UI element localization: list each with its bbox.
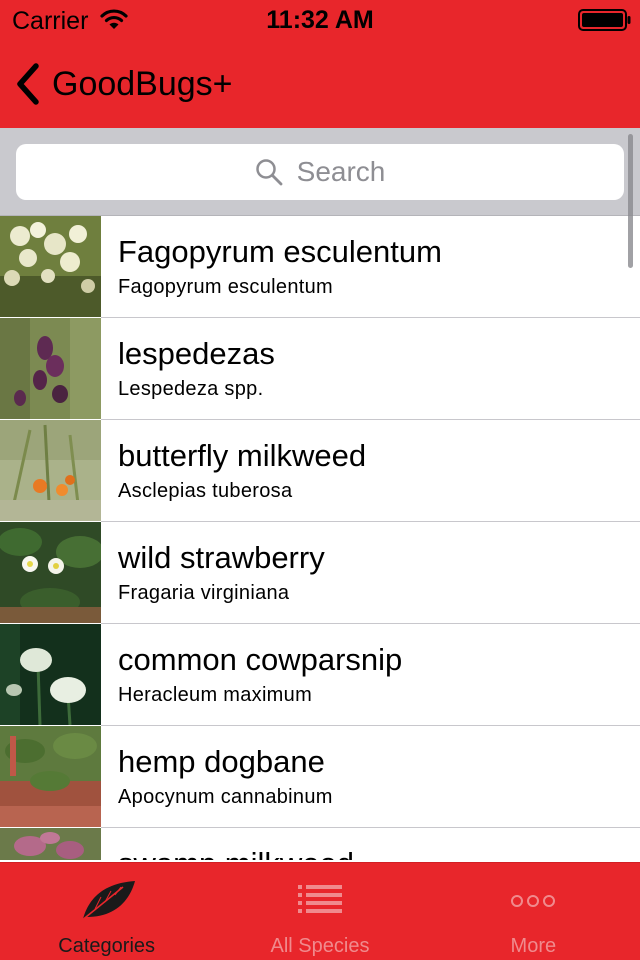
tab-all-species[interactable]: All Species	[213, 863, 426, 960]
species-thumbnail	[0, 420, 101, 521]
list-item[interactable]: lespedezas Lespedeza spp.	[0, 318, 640, 420]
header: Carrier 11:32 AM GoodBugs+	[0, 0, 640, 128]
list-item[interactable]: Fagopyrum esculentum Fagopyrum esculentu…	[0, 216, 640, 318]
species-common-name: Fagopyrum esculentum	[118, 234, 442, 269]
battery-icon	[578, 9, 631, 31]
search-bar: Search	[0, 128, 640, 216]
species-thumbnail	[0, 828, 101, 860]
list-item[interactable]: wild strawberry Fragaria virginiana	[0, 522, 640, 624]
species-thumbnail	[0, 726, 101, 827]
list-icon	[297, 885, 342, 913]
list-item[interactable]: common cowparsnip Heracleum maximum	[0, 624, 640, 726]
species-scientific-name: Fragaria virginiana	[118, 582, 290, 604]
back-button-label: GoodBugs+	[52, 64, 233, 103]
tab-more[interactable]: More	[427, 863, 640, 960]
species-common-name: butterfly milkweed	[118, 438, 367, 473]
species-thumbnail	[0, 624, 101, 725]
species-common-name: hemp dogbane	[118, 744, 325, 779]
tab-label: Categories	[58, 935, 156, 957]
scrollbar[interactable]	[628, 134, 633, 268]
leaf-icon	[80, 881, 135, 922]
tab-label: All Species	[270, 935, 370, 957]
back-button[interactable]: GoodBugs+	[12, 60, 233, 108]
tab-bar: Categories All Species More	[0, 862, 640, 960]
search-icon	[255, 159, 283, 186]
species-scientific-name: Heracleum maximum	[118, 684, 313, 706]
species-common-name: wild strawberry	[118, 540, 325, 575]
navigation-bar: GoodBugs+	[0, 40, 640, 128]
chevron-left-icon	[17, 63, 39, 105]
tab-label: More	[510, 935, 557, 957]
species-scientific-name: Apocynum cannabinum	[118, 786, 333, 808]
tab-categories[interactable]: Categories	[0, 863, 213, 960]
species-list[interactable]: Fagopyrum esculentum Fagopyrum esculentu…	[0, 216, 640, 860]
search-input[interactable]: Search	[16, 144, 624, 200]
list-item[interactable]: hemp dogbane Apocynum cannabinum	[0, 726, 640, 828]
species-scientific-name: Lespedeza spp.	[118, 378, 264, 400]
species-common-name: lespedezas	[118, 336, 275, 371]
species-common-name: common cowparsnip	[118, 642, 403, 677]
species-thumbnail	[0, 522, 101, 623]
list-item[interactable]: swamp milkweed	[0, 828, 640, 860]
more-icon	[511, 895, 556, 907]
status-bar: Carrier 11:32 AM	[0, 0, 640, 40]
list-item[interactable]: butterfly milkweed Asclepias tuberosa	[0, 420, 640, 522]
search-placeholder: Search	[296, 156, 386, 187]
species-common-name: swamp milkweed	[118, 846, 354, 860]
species-scientific-name: Fagopyrum esculentum	[118, 276, 333, 298]
species-scientific-name: Asclepias tuberosa	[118, 480, 293, 502]
clock: 11:32 AM	[266, 6, 374, 34]
species-thumbnail	[0, 216, 101, 317]
species-thumbnail	[0, 318, 101, 419]
